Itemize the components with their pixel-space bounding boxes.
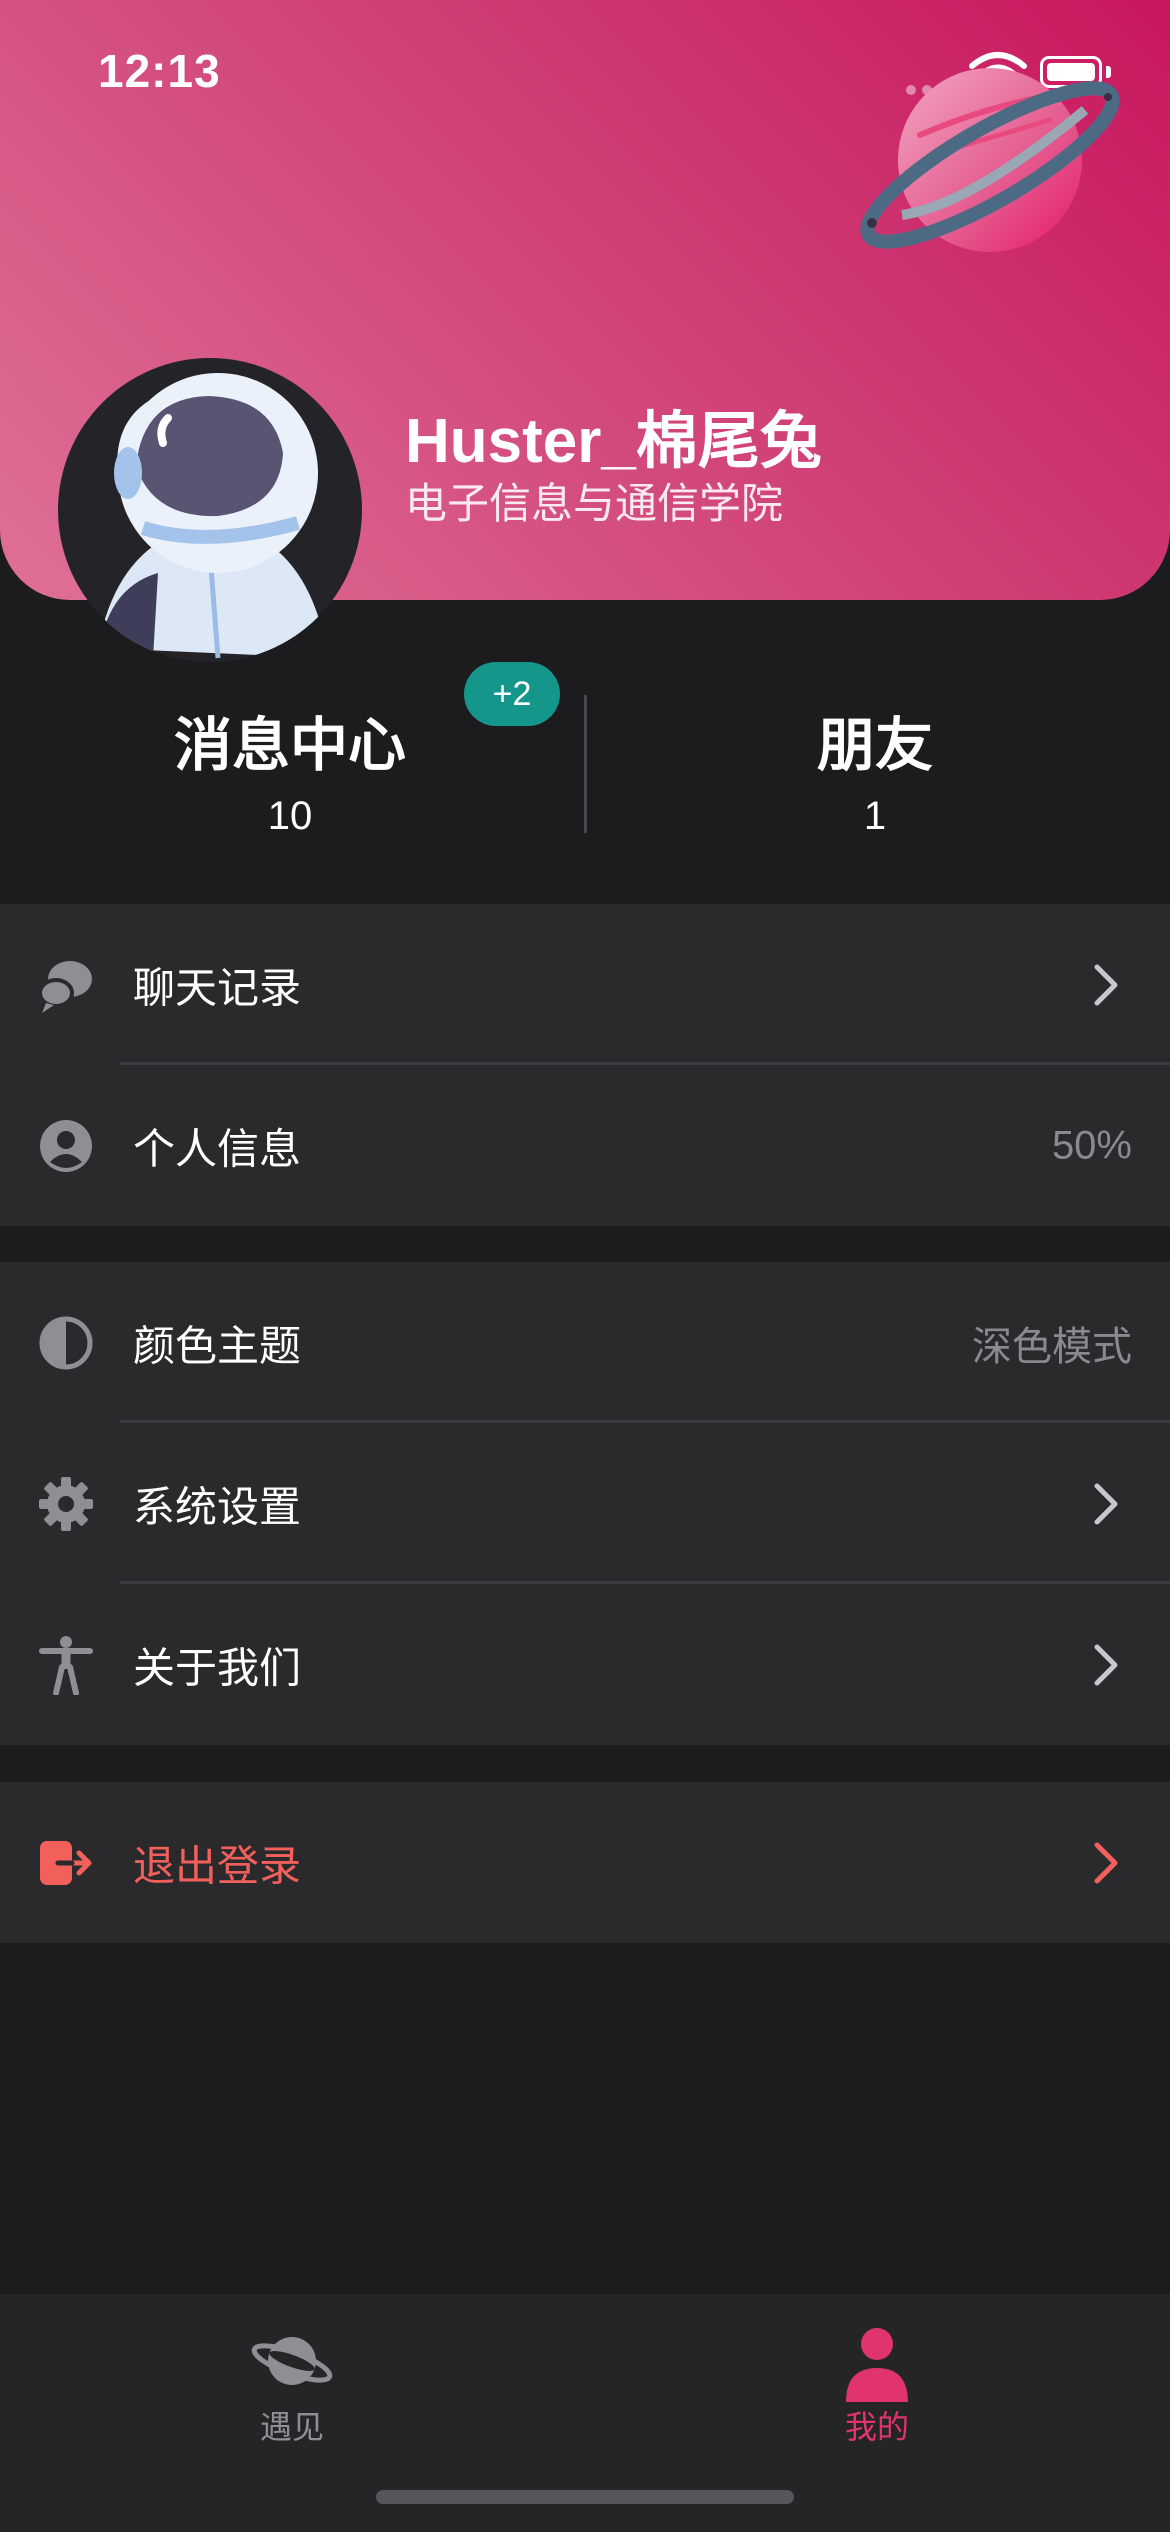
menu-item-label: 关于我们 [133,1643,302,1692]
chevron-right-icon [1094,964,1118,1005]
friends-label: 朋友 [816,711,933,779]
message-center-count: 10 [267,794,313,838]
menu-item-chat-history[interactable]: 聊天记录 [0,904,1170,1065]
planet-icon [251,2337,333,2385]
gear-icon [36,1474,96,1534]
menu-item-about-us[interactable]: 关于我们 [0,1584,1170,1745]
username: Huster_棉尾兔 [405,407,822,476]
friends-stat[interactable]: 朋友 1 [665,698,1085,839]
status-time: 12:13 [98,45,221,97]
chat-bubbles-icon [36,955,96,1015]
person-icon [846,2328,908,2402]
home-indicator[interactable] [376,2490,794,2504]
accessibility-person-icon [36,1635,96,1695]
planet-illustration-icon [860,68,1120,252]
message-center-label: 消息中心 [173,711,406,779]
profile-completion-value: 50% [1051,1123,1132,1167]
new-message-badge: +2 [464,662,560,726]
menu-group-account: 聊天记录 个人信息 50% [0,904,1170,1226]
chevron-right-icon [1094,1842,1118,1883]
logout-button[interactable]: 退出登录 [0,1782,1170,1943]
school-name: 电子信息与通信学院 [405,479,784,528]
menu-item-label: 个人信息 [133,1124,302,1173]
menu-item-system-settings[interactable]: 系统设置 [0,1423,1170,1584]
theme-mode-value: 深色模式 [972,1324,1132,1369]
contrast-icon [36,1313,96,1373]
avatar[interactable] [58,358,362,662]
user-circle-icon [36,1116,96,1176]
menu-group-logout: 退出登录 [0,1782,1170,1943]
message-center-stat[interactable]: 消息中心 10 [80,698,500,839]
menu-item-label: 颜色主题 [133,1321,302,1370]
menu-group-settings: 颜色主题 深色模式 系统设置 关于我们 [0,1262,1170,1745]
chevron-right-icon [1094,1483,1118,1524]
menu-item-label: 系统设置 [133,1482,302,1531]
tab-mine-label: 我的 [844,2408,909,2446]
logout-label: 退出登录 [133,1841,302,1890]
menu-item-label: 聊天记录 [133,963,302,1012]
menu-item-personal-info[interactable]: 个人信息 50% [0,1065,1170,1226]
astronaut-icon [98,373,328,659]
stats-divider [584,695,587,833]
chevron-right-icon [1094,1644,1118,1685]
logout-icon [36,1833,96,1893]
tab-encounter-label: 遇见 [259,2408,324,2446]
friends-count: 1 [863,794,887,838]
menu-item-color-theme[interactable]: 颜色主题 深色模式 [0,1262,1170,1423]
